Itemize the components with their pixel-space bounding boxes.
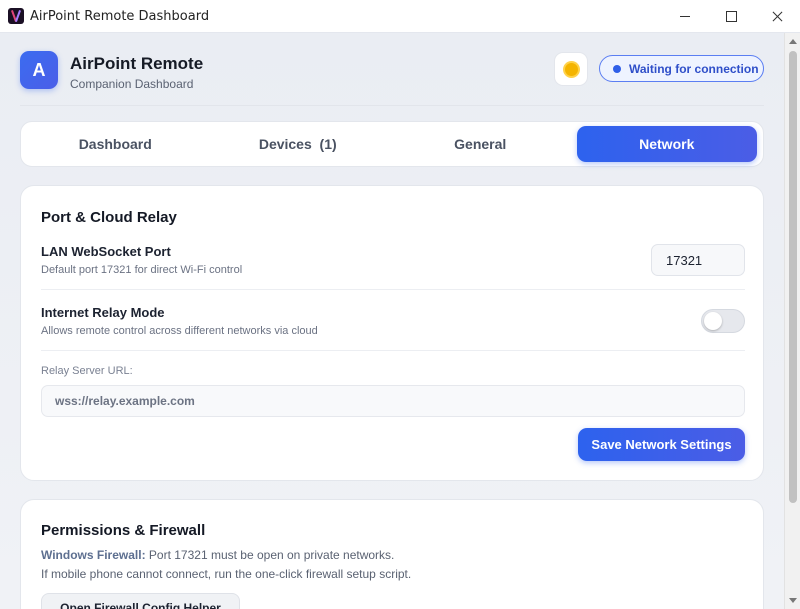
relay-mode-label: Internet Relay Mode bbox=[41, 305, 165, 320]
window-titlebar: AirPoint Remote Dashboard bbox=[0, 0, 800, 33]
tab-dashboard[interactable]: Dashboard bbox=[25, 126, 206, 162]
app-subtitle: Companion Dashboard bbox=[70, 77, 194, 91]
scrollbar[interactable] bbox=[784, 33, 800, 609]
theme-toggle-button[interactable] bbox=[554, 52, 588, 86]
lan-port-label: LAN WebSocket Port bbox=[41, 244, 171, 259]
status-dot-icon bbox=[613, 64, 621, 73]
minimize-button[interactable] bbox=[662, 0, 708, 33]
firewall-help-text: If mobile phone cannot connect, run the … bbox=[41, 567, 412, 581]
firewall-note-text: Port 17321 must be open on private netwo… bbox=[145, 548, 395, 562]
card-title: Port & Cloud Relay bbox=[41, 209, 177, 226]
relay-url-label: Relay Server URL: bbox=[41, 365, 133, 377]
lan-port-description: Default port 17321 for direct Wi-Fi cont… bbox=[41, 264, 243, 276]
main-content: A AirPoint Remote Companion Dashboard Wa… bbox=[0, 33, 784, 609]
close-window-button[interactable] bbox=[754, 0, 800, 33]
tab-general[interactable]: General bbox=[390, 126, 571, 162]
lan-port-input[interactable]: 17321 bbox=[651, 244, 745, 276]
toggle-knob bbox=[704, 312, 722, 330]
scroll-up-arrow-icon[interactable] bbox=[789, 39, 797, 44]
connection-status-text: Waiting for connection bbox=[629, 61, 759, 76]
row-divider bbox=[41, 350, 745, 351]
window-title: AirPoint Remote Dashboard bbox=[30, 8, 210, 24]
connection-status-badge: Waiting for connection bbox=[599, 55, 764, 82]
row-divider bbox=[41, 289, 745, 290]
app-logo: A bbox=[20, 51, 58, 89]
maximize-button[interactable] bbox=[708, 0, 754, 33]
header-divider bbox=[20, 105, 764, 106]
app-icon bbox=[8, 8, 24, 24]
firewall-note-label: Windows Firewall: bbox=[41, 548, 146, 562]
firewall-note: Windows Firewall: Port 17321 must be ope… bbox=[41, 548, 394, 562]
network-settings-card: Port & Cloud Relay LAN WebSocket Port De… bbox=[20, 185, 764, 481]
scrollbar-thumb[interactable] bbox=[789, 51, 797, 503]
save-network-settings-button[interactable]: Save Network Settings bbox=[578, 428, 745, 461]
relay-mode-description: Allows remote control across different n… bbox=[41, 325, 318, 337]
relay-mode-toggle[interactable] bbox=[701, 309, 745, 333]
app-header: A AirPoint Remote Companion Dashboard Wa… bbox=[20, 51, 764, 103]
app-name: AirPoint Remote bbox=[70, 54, 204, 73]
card-title: Permissions & Firewall bbox=[41, 522, 206, 539]
open-firewall-helper-button[interactable]: Open Firewall Config Helper bbox=[41, 593, 240, 609]
firewall-card: Permissions & Firewall Windows Firewall:… bbox=[20, 499, 764, 609]
relay-url-input[interactable]: wss://relay.example.com bbox=[41, 385, 745, 417]
sun-icon bbox=[564, 62, 578, 76]
tab-devices[interactable]: Devices (1) bbox=[208, 126, 389, 162]
tab-network[interactable]: Network bbox=[576, 126, 757, 162]
scroll-down-arrow-icon[interactable] bbox=[789, 598, 797, 603]
tab-bar: Dashboard Devices (1) General Network bbox=[20, 121, 764, 167]
window-controls bbox=[662, 0, 800, 33]
